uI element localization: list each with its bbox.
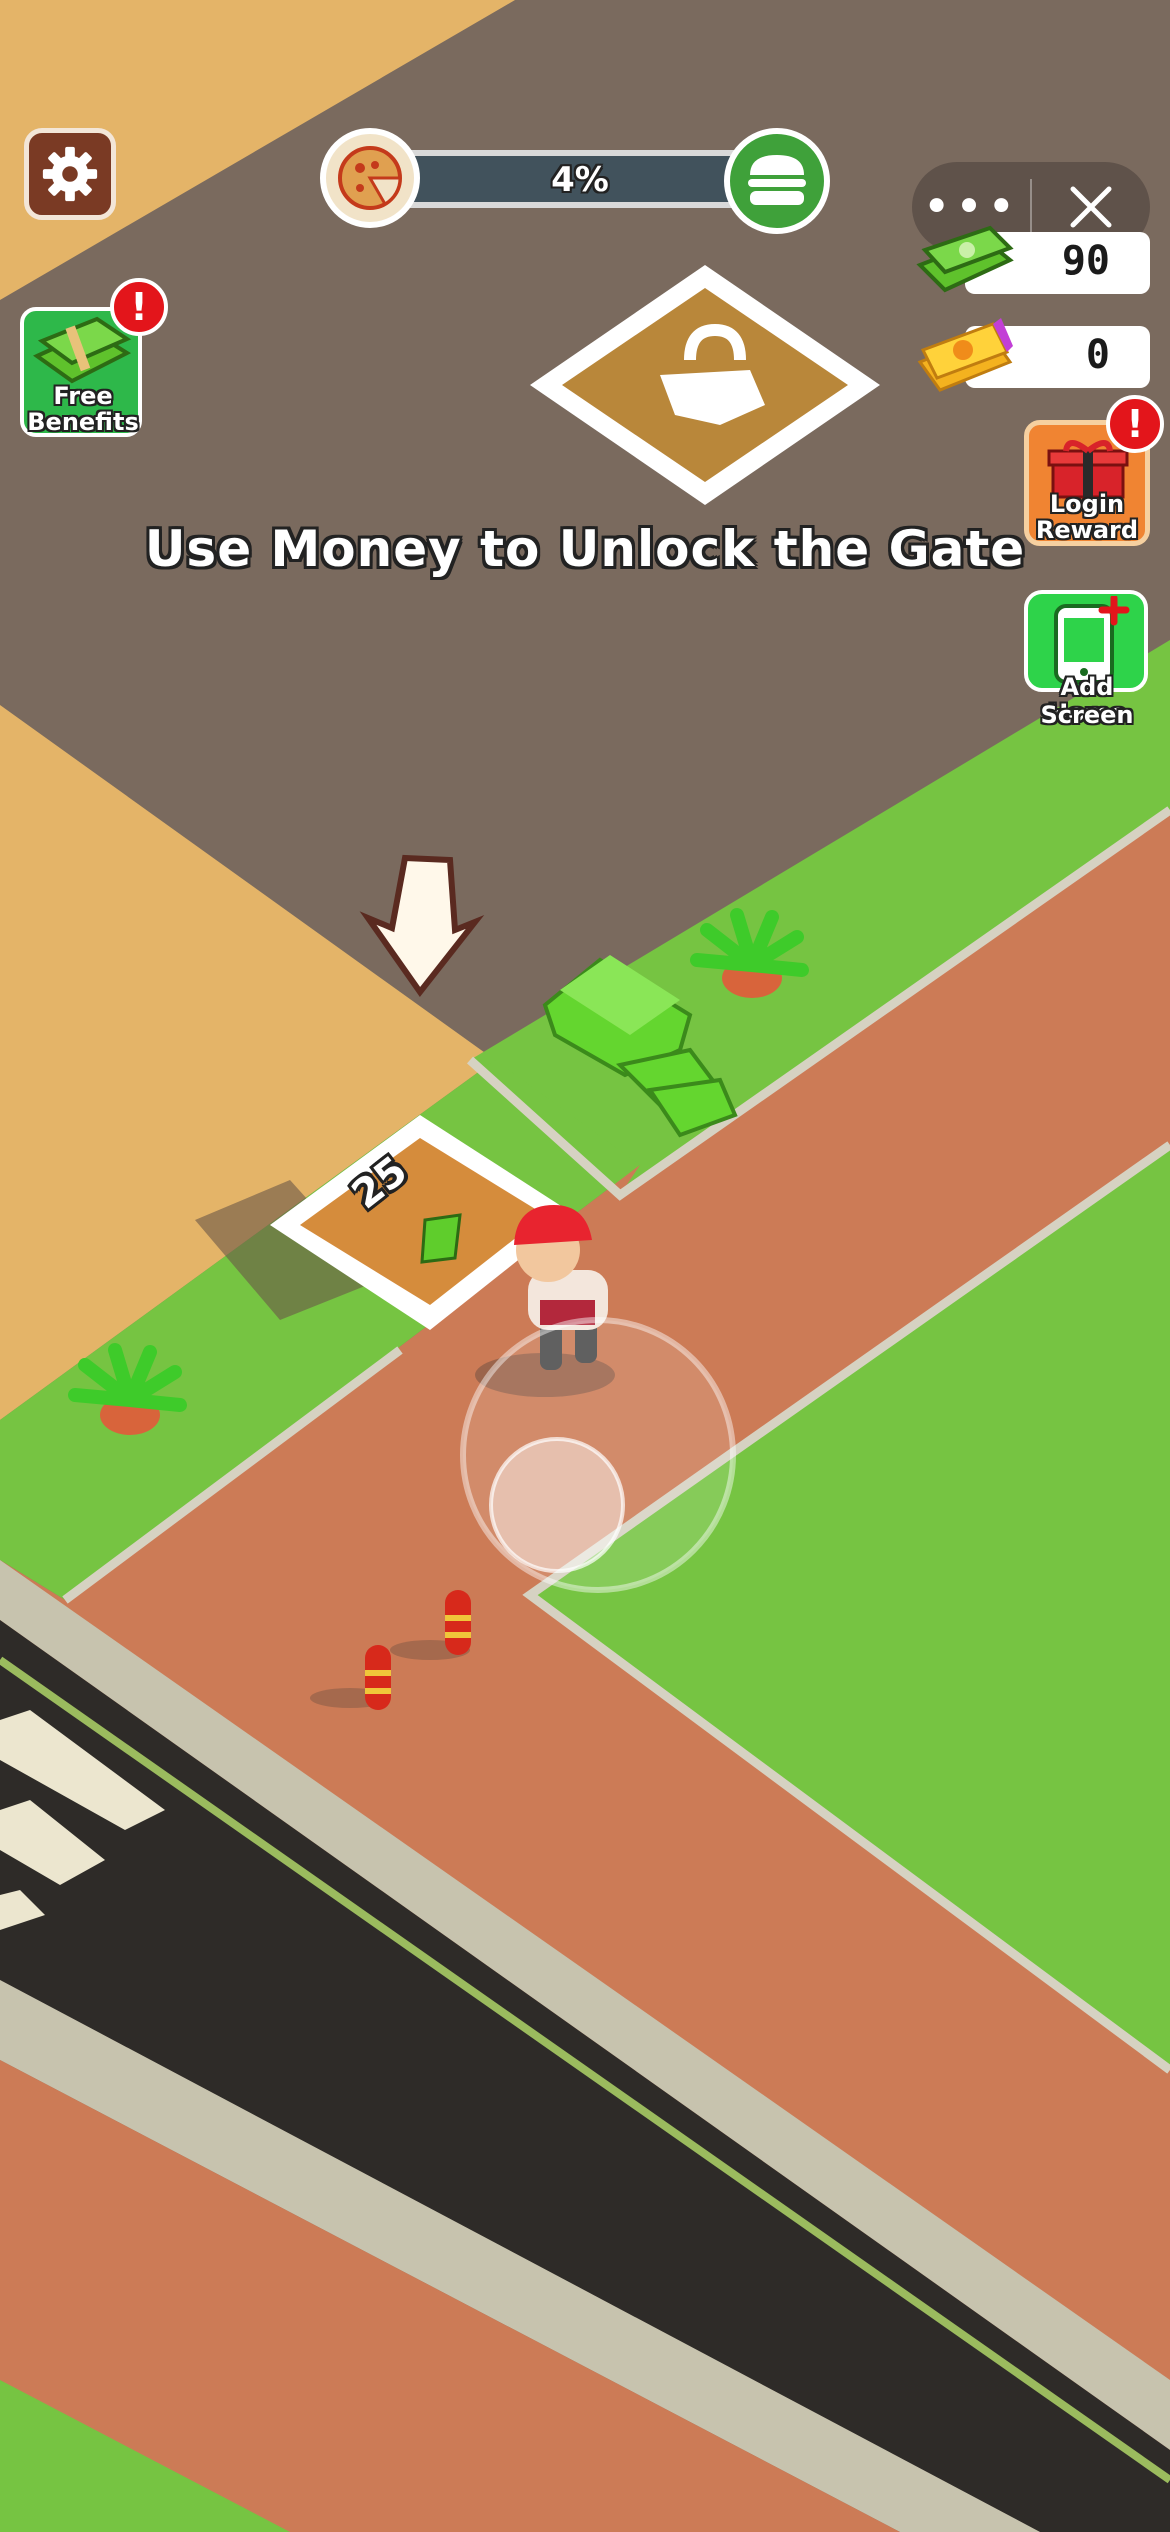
alert-badge: ! [1106,395,1164,453]
pizza-icon [320,128,420,228]
progress-label: 4% [551,160,609,200]
gear-icon [42,146,98,202]
cash-stack-icon [916,225,1014,293]
virtual-joystick[interactable] [460,1317,736,1593]
add-home-label-2: Screen [1040,701,1134,729]
settings-button[interactable] [24,128,116,220]
alert-badge: ! [110,278,168,336]
joystick-knob[interactable] [489,1437,625,1573]
cash-bill-icon [420,1213,462,1264]
ticket-value: 0 [1085,332,1110,378]
free-benefits-label-1: Free [53,382,113,410]
free-benefits-label-2: Benefits [27,408,139,436]
cash-value: 90 [1061,238,1110,284]
login-reward-label-1: Login [1049,490,1125,518]
tutorial-hint: Use Money to Unlock the Gate [144,520,1026,578]
level-progress: 4% [320,128,830,234]
add-home-screen-button[interactable]: Add Home Screen [1018,588,1156,733]
close-icon [1070,186,1112,228]
progress-bar: 4% [380,150,780,208]
burger-icon [724,128,830,234]
ticket-icon [917,318,1013,392]
